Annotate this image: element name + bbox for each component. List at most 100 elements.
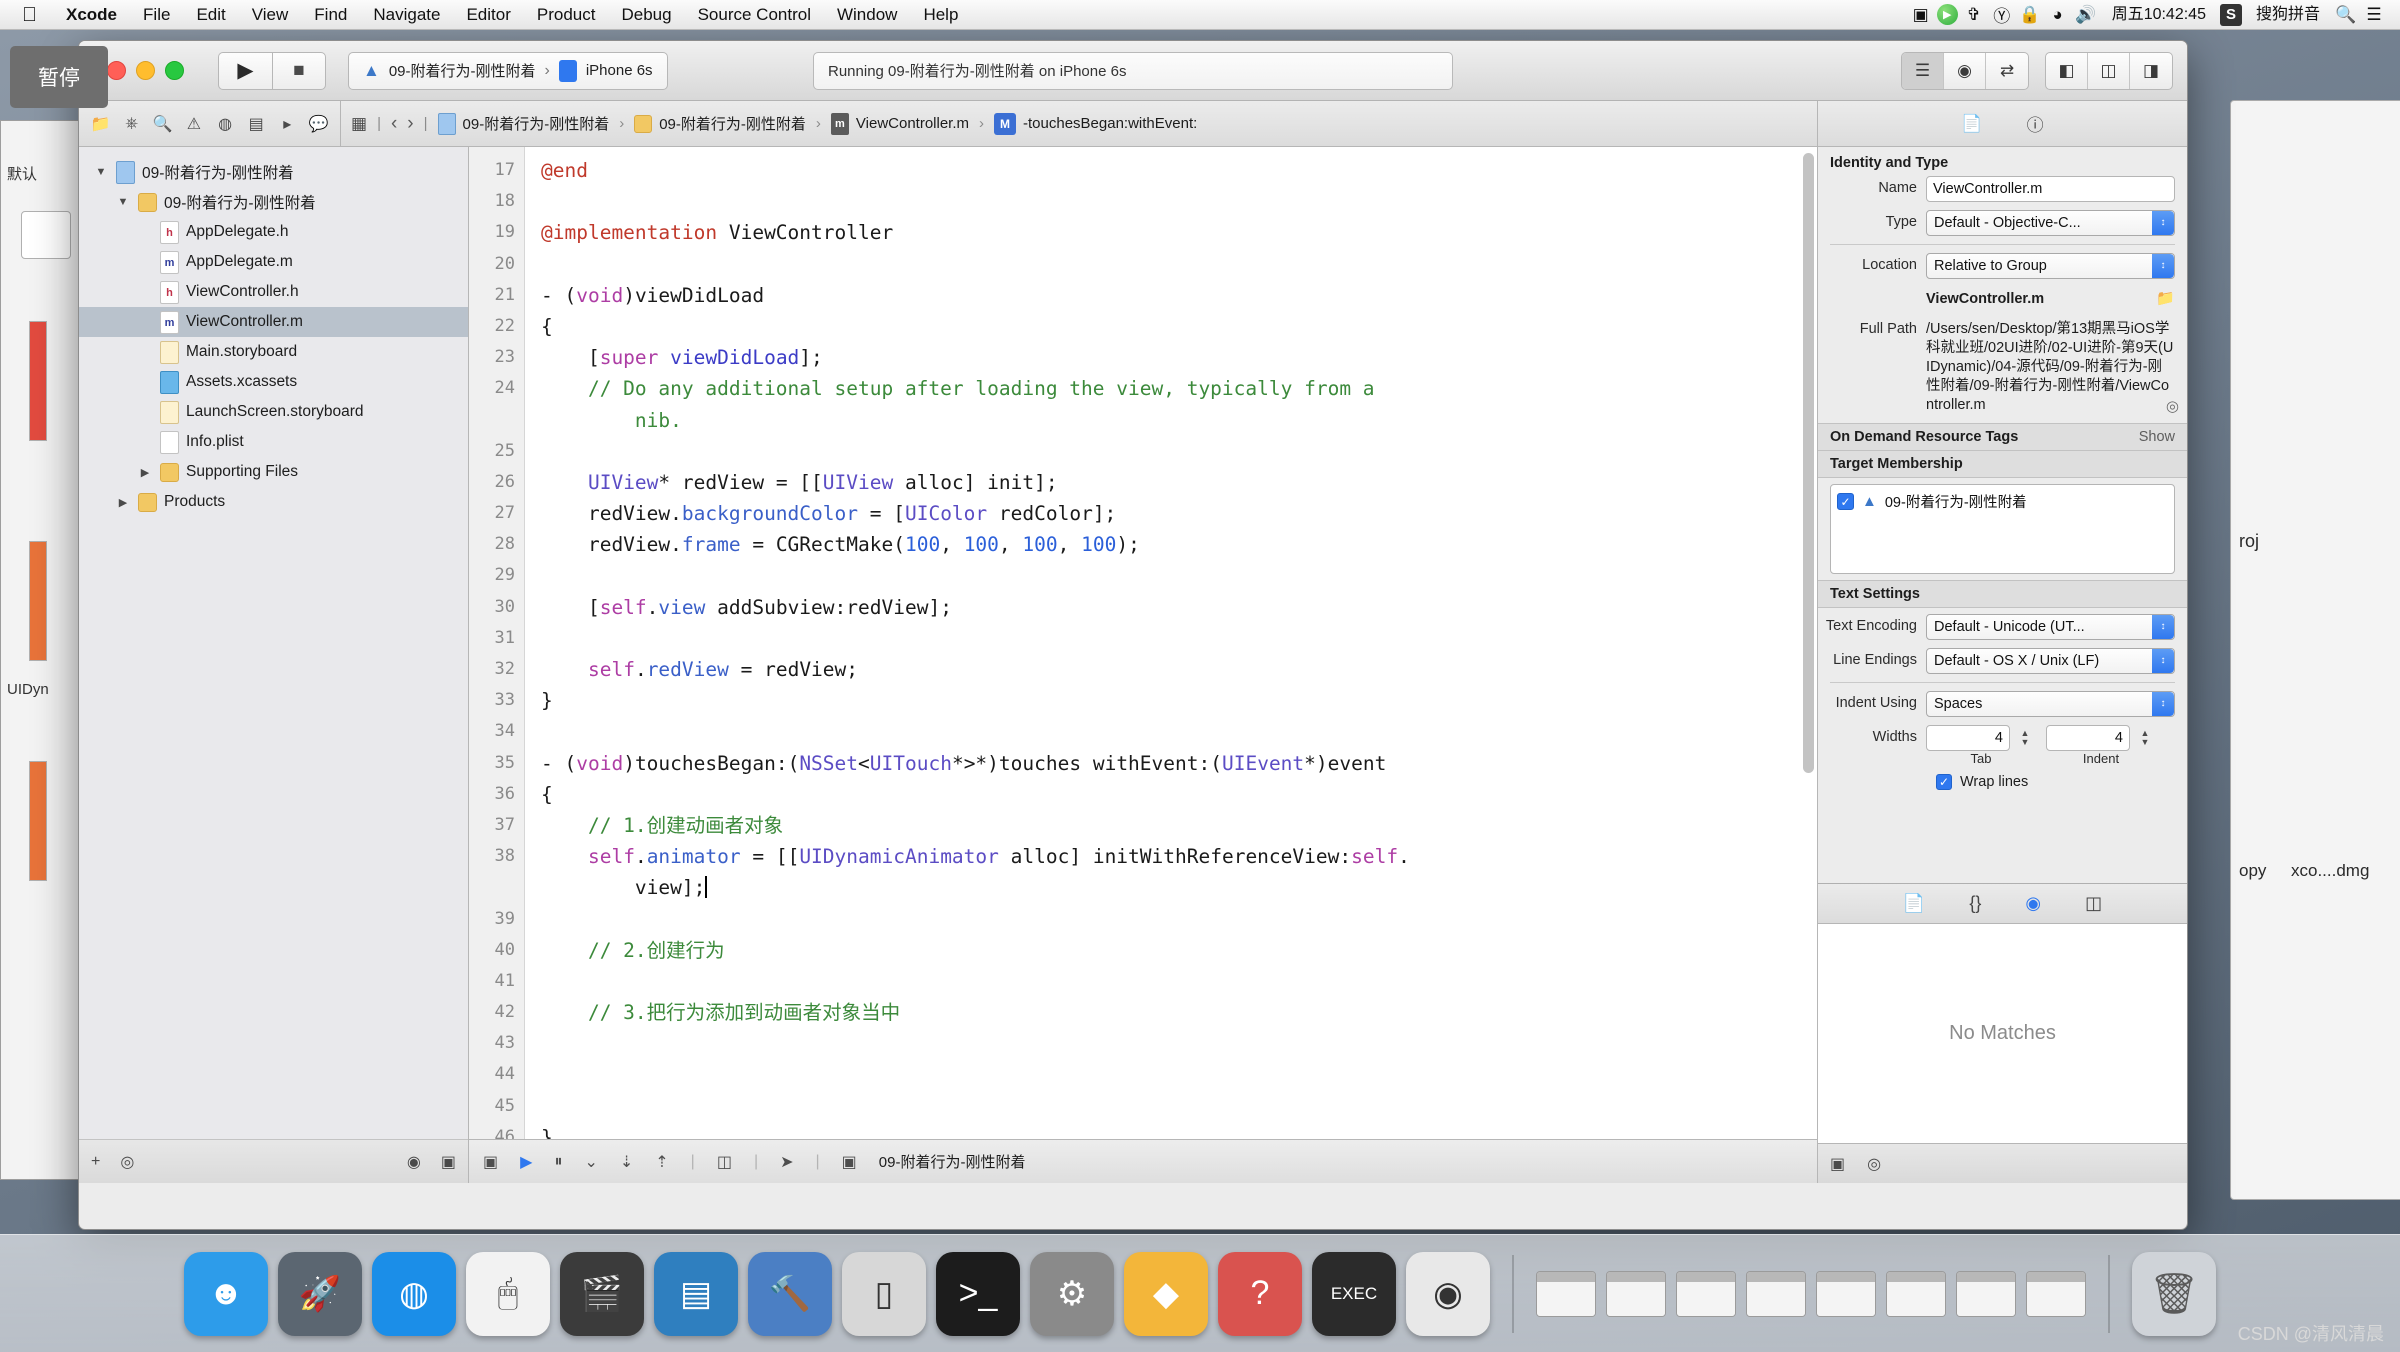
file-tree-row[interactable]: Info.plist — [79, 427, 468, 457]
quicktime-record-icon[interactable]: ▶ — [1937, 4, 1958, 25]
related-items-icon[interactable]: ▦ — [351, 114, 367, 134]
grid-view-icon[interactable]: ▣ — [1830, 1154, 1845, 1174]
code-line[interactable]: // 2.创建行为 — [541, 935, 1817, 966]
menu-item-source-control[interactable]: Source Control — [685, 0, 824, 30]
debug-bar[interactable]: ▣ ▶ ⏸ ⌄ ⇣ ⇡ | ◫ | ➤ | ▣ 09-附着行为-刚性附着 — [469, 1139, 1817, 1183]
line-endings-row[interactable]: Line Endings Default - OS X / Unix (LF) … — [1818, 648, 2187, 674]
clock-display[interactable]: 周五10:42:45 — [2102, 0, 2216, 30]
menu-item-help[interactable]: Help — [910, 0, 971, 30]
filter-icon[interactable]: ◎ — [1867, 1154, 1881, 1174]
code-line[interactable] — [541, 436, 1817, 467]
code-snippet-library-icon[interactable]: {} — [1969, 893, 1981, 914]
menu-item-editor[interactable]: Editor — [453, 0, 523, 30]
code-line[interactable]: UIView* redView = [[UIView alloc] init]; — [541, 467, 1817, 498]
test-icon[interactable]: ◍ — [210, 107, 241, 141]
trash-icon[interactable]: 🗑 — [2132, 1252, 2216, 1336]
indent-width-input[interactable]: 4 — [2046, 725, 2130, 751]
wrap-lines-checkbox[interactable]: ✓ — [1936, 774, 1952, 790]
disclosure-open-icon[interactable]: ▼ — [93, 166, 109, 178]
code-line[interactable] — [541, 966, 1817, 997]
run-button[interactable]: ▶ — [218, 52, 272, 90]
dock[interactable]: ☻🚀◍🖱🎬▤🔨▯>_⚙◆?EXEC◉🗑 — [0, 1234, 2400, 1352]
search-icon[interactable]: 🔍 — [2334, 5, 2358, 25]
menu-item-view[interactable]: View — [239, 0, 302, 30]
file-tree[interactable]: ▼09-附着行为-刚性附着▼09-附着行为-刚性附着hAppDelegate.h… — [79, 147, 468, 1139]
breadcrumb-project[interactable]: 09-附着行为-刚性附着 — [438, 113, 610, 135]
code-line[interactable] — [541, 1091, 1817, 1122]
menu-item-window[interactable]: Window — [824, 0, 910, 30]
standard-editor-icon[interactable]: ☰ — [1902, 53, 1944, 89]
editor-scrollbar[interactable] — [1803, 153, 1814, 1139]
chevron-updown-icon[interactable]: ↕ — [2152, 649, 2174, 673]
ime-label[interactable]: 搜狗拼音 — [2246, 0, 2330, 30]
code-line[interactable] — [541, 249, 1817, 280]
indent-width-stepper[interactable]: ▲▼ — [2134, 729, 2156, 747]
location-field-row[interactable]: Location Relative to Group ↕ — [1818, 253, 2187, 279]
settings-icon[interactable]: ⚙ — [1030, 1252, 1114, 1336]
code-line[interactable] — [541, 1059, 1817, 1090]
issue-icon[interactable]: ⚠ — [178, 107, 209, 141]
code-line[interactable]: { — [541, 311, 1817, 342]
bluetooth-icon[interactable]: Ⓨ — [1990, 2, 2014, 27]
dock-minimized-window[interactable] — [1536, 1271, 1596, 1317]
target-membership-item[interactable]: ✓ ▲ 09-附着行为-刚性附着 — [1837, 491, 2168, 512]
source-control-filter-icon[interactable]: ▣ — [441, 1152, 456, 1172]
on-demand-show-link[interactable]: Show — [2139, 429, 2175, 445]
code-line[interactable] — [541, 1028, 1817, 1059]
code-line[interactable]: self.animator = [[UIDynamicAnimator allo… — [541, 841, 1817, 872]
mouse-app-icon[interactable]: 🖱 — [466, 1252, 550, 1336]
process-icon[interactable]: ▣ — [842, 1152, 857, 1172]
scrollbar-thumb[interactable] — [1803, 153, 1814, 773]
menu-item-file[interactable]: File — [130, 0, 183, 30]
debug-area-toggle-icon[interactable]: ◫ — [2088, 53, 2130, 89]
launchpad-icon[interactable]: 🚀 — [278, 1252, 362, 1336]
view-debug-icon[interactable]: ◫ — [717, 1152, 732, 1172]
dock-minimized-window[interactable] — [1956, 1271, 2016, 1317]
dock-minimized-window[interactable] — [2026, 1271, 2086, 1317]
report-icon[interactable]: 💬 — [303, 107, 334, 141]
dock-minimized-window[interactable] — [1886, 1271, 1946, 1317]
dock-minimized-window[interactable] — [1816, 1271, 1876, 1317]
breadcrumb-group[interactable]: 09-附着行为-刚性附着 — [634, 113, 806, 134]
chevron-right-icon[interactable]: › — [407, 113, 413, 135]
navigator-selector-bar[interactable]: 📁 ⎈ 🔍 ⚠ ◍ ▤ ▸ 💬 — [79, 101, 341, 146]
scheme-selector[interactable]: ▲ 09-附着行为-刚性附着 › iPhone 6s — [348, 52, 668, 90]
editor-mode-segmented-control[interactable]: ☰ ◉ ⇄ — [1901, 52, 2029, 90]
wifi-icon[interactable]: ◕ — [2046, 5, 2070, 25]
code-text-area[interactable]: @end @implementation ViewController - (v… — [525, 147, 1817, 1139]
menu-item-xcode[interactable]: Xcode — [53, 0, 130, 30]
disclosure-open-icon[interactable]: ▼ — [115, 196, 131, 208]
chevron-updown-icon[interactable]: ↕ — [2152, 692, 2174, 716]
notification-center-icon[interactable]: ☰ — [2362, 5, 2386, 25]
dock-minimized-window[interactable] — [1676, 1271, 1736, 1317]
project-navigator[interactable]: ▼09-附着行为-刚性附着▼09-附着行为-刚性附着hAppDelegate.h… — [79, 147, 469, 1183]
xcode-icon[interactable]: 🔨 — [748, 1252, 832, 1336]
file-tree-row[interactable]: mAppDelegate.m — [79, 247, 468, 277]
library-tab-bar[interactable]: 📄 {} ◉ ◫ — [1818, 884, 2187, 924]
navigator-toggle-icon[interactable]: ◧ — [2046, 53, 2088, 89]
breadcrumb-file[interactable]: m ViewController.m — [831, 113, 969, 135]
file-tree-row[interactable]: ▼09-附着行为-刚性附着 — [79, 187, 468, 217]
file-tree-row[interactable]: LaunchScreen.storyboard — [79, 397, 468, 427]
type-popup[interactable]: Default - Objective-C... ↕ — [1926, 210, 2175, 236]
widths-row[interactable]: Widths 4 ▲▼ Tab 4 ▲▼ — [1818, 725, 2187, 766]
code-line[interactable]: self.redView = redView; — [541, 654, 1817, 685]
object-library-icon[interactable]: ◉ — [2025, 893, 2041, 914]
code-line[interactable]: - (void)touchesBegan:(NSSet<UITouch*>*)t… — [541, 748, 1817, 779]
code-line[interactable]: } — [541, 1122, 1817, 1139]
code-line[interactable]: } — [541, 685, 1817, 716]
file-inspector-panel[interactable]: Identity and Type Name ViewController.m … — [1817, 147, 2187, 1183]
source-editor[interactable]: 1718192021222324252627282930313233343536… — [469, 147, 1817, 1139]
stop-button[interactable]: ■ — [272, 52, 326, 90]
view-toggle-segmented-control[interactable]: ◧ ◫ ◨ — [2045, 52, 2173, 90]
file-tree-row[interactable]: Assets.xcassets — [79, 367, 468, 397]
file-tree-row[interactable]: ▶Supporting Files — [79, 457, 468, 487]
encoding-popup[interactable]: Default - Unicode (UT... ↕ — [1926, 614, 2175, 640]
window-controls[interactable] — [107, 61, 184, 80]
inspector-scroll-area[interactable]: Identity and Type Name ViewController.m … — [1818, 147, 2187, 883]
pause-icon[interactable]: ⏸ — [554, 1153, 562, 1171]
navigator-footer[interactable]: + ◎ ◉ ▣ — [79, 1139, 468, 1183]
indent-using-row[interactable]: Indent Using Spaces ↕ — [1818, 691, 2187, 717]
file-inspector-icon[interactable]: 📄 — [1961, 114, 1982, 134]
file-tree-row[interactable]: ▶Products — [79, 487, 468, 517]
